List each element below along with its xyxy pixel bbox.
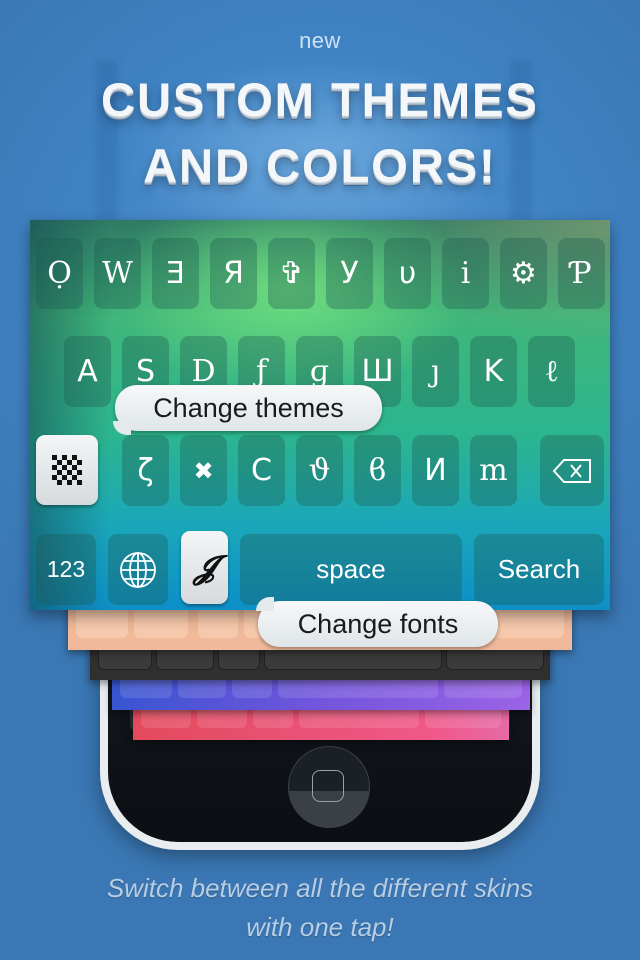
caption-line-2: with one tap!	[246, 912, 394, 942]
caption-line-1: Switch between all the different skins	[106, 873, 534, 903]
home-button[interactable]	[288, 746, 370, 828]
backspace-icon	[552, 458, 591, 483]
backspace-key[interactable]	[540, 435, 604, 506]
key-x[interactable]: ✖	[180, 435, 227, 506]
key-n[interactable]: И	[412, 435, 459, 506]
globe-key[interactable]	[108, 534, 168, 605]
change-fonts-tooltip: Change fonts	[256, 597, 498, 647]
key-v[interactable]: ϑ	[296, 435, 343, 506]
tooltip-text: Change fonts	[297, 608, 459, 639]
key-e[interactable]: Ǝ	[152, 238, 199, 309]
key-j[interactable]: ȷ	[412, 336, 459, 407]
key-r[interactable]: Я	[210, 238, 257, 309]
home-square-icon	[312, 770, 344, 802]
key-a[interactable]: A	[64, 336, 111, 407]
change-themes-tooltip: Change themes	[113, 385, 382, 435]
key-u[interactable]: υ	[384, 238, 431, 309]
checkerboard-icon	[52, 455, 82, 485]
key-p[interactable]: Ƥ	[558, 238, 605, 309]
eyebrow-text: new	[299, 28, 341, 53]
headline-line-2: AND COLORS!	[143, 139, 497, 192]
key-i[interactable]: i	[442, 238, 489, 309]
key-k[interactable]: K	[470, 336, 517, 407]
key-c[interactable]: C	[238, 435, 285, 506]
change-font-button[interactable]: 𝓙	[181, 531, 228, 604]
numbers-key[interactable]: 123	[36, 534, 96, 605]
change-theme-button[interactable]	[36, 435, 98, 505]
space-key[interactable]: space	[240, 534, 462, 605]
settings-gear-icon[interactable]: ⚙	[500, 238, 547, 309]
key-z[interactable]: ζ	[122, 435, 169, 506]
key-t[interactable]: ✞	[268, 238, 315, 309]
headline-line-1: CUSTOM THEMES	[101, 73, 539, 126]
globe-icon	[120, 551, 156, 588]
search-key[interactable]: Search	[474, 534, 604, 605]
key-l[interactable]: ℓ	[528, 336, 575, 407]
key-m[interactable]: ⅿ	[470, 435, 517, 506]
key-b[interactable]: ϐ	[354, 435, 401, 506]
key-y[interactable]: У	[326, 238, 373, 309]
tooltip-text: Change themes	[153, 392, 344, 423]
key-w[interactable]: W	[94, 238, 141, 309]
key-q[interactable]: Ọ	[36, 238, 83, 309]
